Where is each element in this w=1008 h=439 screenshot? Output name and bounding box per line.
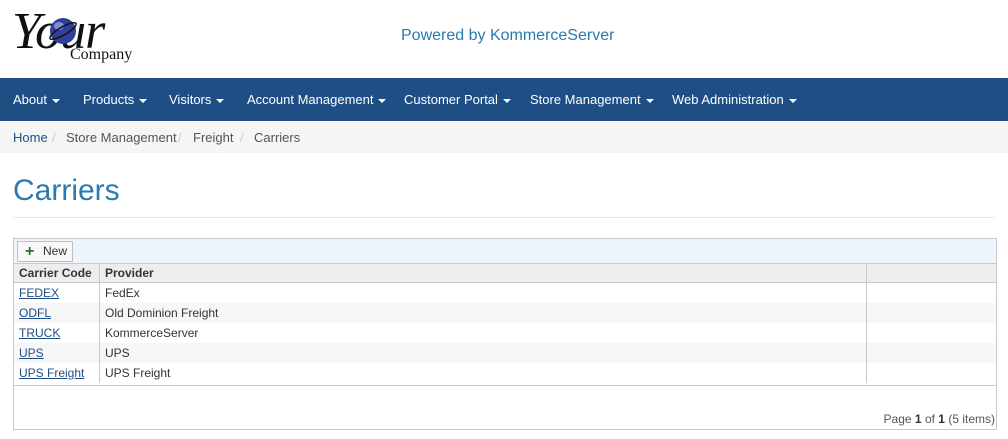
new-button-label: New xyxy=(43,244,68,258)
main-navbar: About Products Visitors Account Manageme… xyxy=(0,78,1008,121)
pager-of: of xyxy=(924,412,935,426)
nav-label: Customer Portal xyxy=(404,92,498,107)
table-row: UPS Freight UPS Freight xyxy=(14,363,996,383)
header: Your Company Powered by KommerceServer xyxy=(0,0,1008,78)
provider-cell: UPS Freight xyxy=(100,363,867,383)
nav-label: Visitors xyxy=(169,92,212,107)
empty-cell xyxy=(867,303,996,323)
nav-label: Account Management xyxy=(247,92,374,107)
provider-cell: Old Dominion Freight xyxy=(100,303,867,323)
table-row: ODFL Old Dominion Freight xyxy=(14,303,996,323)
page-title: Carriers xyxy=(13,174,120,207)
globe-icon xyxy=(49,18,77,44)
pager-item-count: (5 items) xyxy=(948,412,995,426)
nav-products[interactable]: Products xyxy=(83,78,148,121)
pager-current-page: 1 xyxy=(914,412,922,426)
nav-label: Web Administration xyxy=(672,92,784,107)
carrier-code-link[interactable]: UPS xyxy=(19,346,44,360)
caret-down-icon xyxy=(139,98,148,103)
caret-down-icon xyxy=(788,98,797,103)
carrier-code-link[interactable]: TRUCK xyxy=(19,326,60,340)
grid-header: Carrier Code Provider xyxy=(14,264,996,283)
powered-by-text: Powered by KommerceServer xyxy=(401,27,615,44)
breadcrumb-home[interactable]: Home xyxy=(13,122,48,153)
empty-cell xyxy=(867,363,996,383)
column-header-provider[interactable]: Provider xyxy=(100,264,867,282)
table-row: FEDEX FedEx xyxy=(14,283,996,303)
grid-body-bottom-border xyxy=(14,385,996,386)
breadcrumb-carriers: Carriers xyxy=(254,130,301,145)
breadcrumb-store-management: Store Management xyxy=(66,130,177,145)
nav-web-administration[interactable]: Web Administration xyxy=(672,78,797,121)
empty-cell xyxy=(867,343,996,363)
nav-label: Store Management xyxy=(530,92,641,107)
carriers-grid: + New Carrier Code Provider FEDEX FedEx … xyxy=(13,238,997,430)
nav-label: About xyxy=(13,92,47,107)
column-header-empty xyxy=(867,264,996,282)
empty-cell xyxy=(867,323,996,343)
breadcrumb: Home / Store Management / Freight / Carr… xyxy=(0,122,1008,153)
pager-total-pages: 1 xyxy=(938,412,945,426)
carrier-code-cell: TRUCK xyxy=(14,323,100,343)
breadcrumb-freight: Freight xyxy=(193,130,234,145)
caret-down-icon xyxy=(502,98,511,103)
nav-visitors[interactable]: Visitors xyxy=(169,78,225,121)
nav-account-management[interactable]: Account Management xyxy=(247,78,387,121)
breadcrumb-separator: / xyxy=(240,130,244,145)
column-header-carrier-code[interactable]: Carrier Code xyxy=(14,264,100,282)
nav-about[interactable]: About xyxy=(13,78,60,121)
provider-cell: KommerceServer xyxy=(100,323,867,343)
carrier-code-cell: ODFL xyxy=(14,303,100,323)
pager-prefix: Page xyxy=(883,412,912,426)
caret-down-icon xyxy=(645,98,654,103)
carrier-code-cell: UPS xyxy=(14,343,100,363)
pager-summary: Page 1 of 1 (5 items) xyxy=(884,412,995,426)
company-logo[interactable]: Your Company xyxy=(12,2,152,72)
new-carrier-button[interactable]: + New xyxy=(17,241,73,262)
table-row: TRUCK KommerceServer xyxy=(14,323,996,343)
nav-label: Products xyxy=(83,92,135,107)
caret-down-icon xyxy=(216,98,225,103)
empty-cell xyxy=(867,283,996,303)
title-divider xyxy=(13,217,995,218)
provider-cell: FedEx xyxy=(100,283,867,303)
caret-down-icon xyxy=(378,98,387,103)
logo-company-text: Company xyxy=(70,46,133,63)
plus-icon: + xyxy=(25,243,35,260)
carrier-code-link[interactable]: FEDEX xyxy=(19,286,59,300)
table-row: UPS UPS xyxy=(14,343,996,363)
carrier-code-link[interactable]: ODFL xyxy=(19,306,51,320)
provider-cell: UPS xyxy=(100,343,867,363)
nav-store-management[interactable]: Store Management xyxy=(530,78,654,121)
carrier-code-link[interactable]: UPS Freight xyxy=(19,366,84,380)
breadcrumb-separator: / xyxy=(52,130,56,145)
carrier-code-cell: FEDEX xyxy=(14,283,100,303)
breadcrumb-separator: / xyxy=(178,130,182,145)
nav-customer-portal[interactable]: Customer Portal xyxy=(404,78,511,121)
caret-down-icon xyxy=(51,98,60,103)
carrier-code-cell: UPS Freight xyxy=(14,363,100,383)
grid-toolbar: + New xyxy=(14,239,996,264)
